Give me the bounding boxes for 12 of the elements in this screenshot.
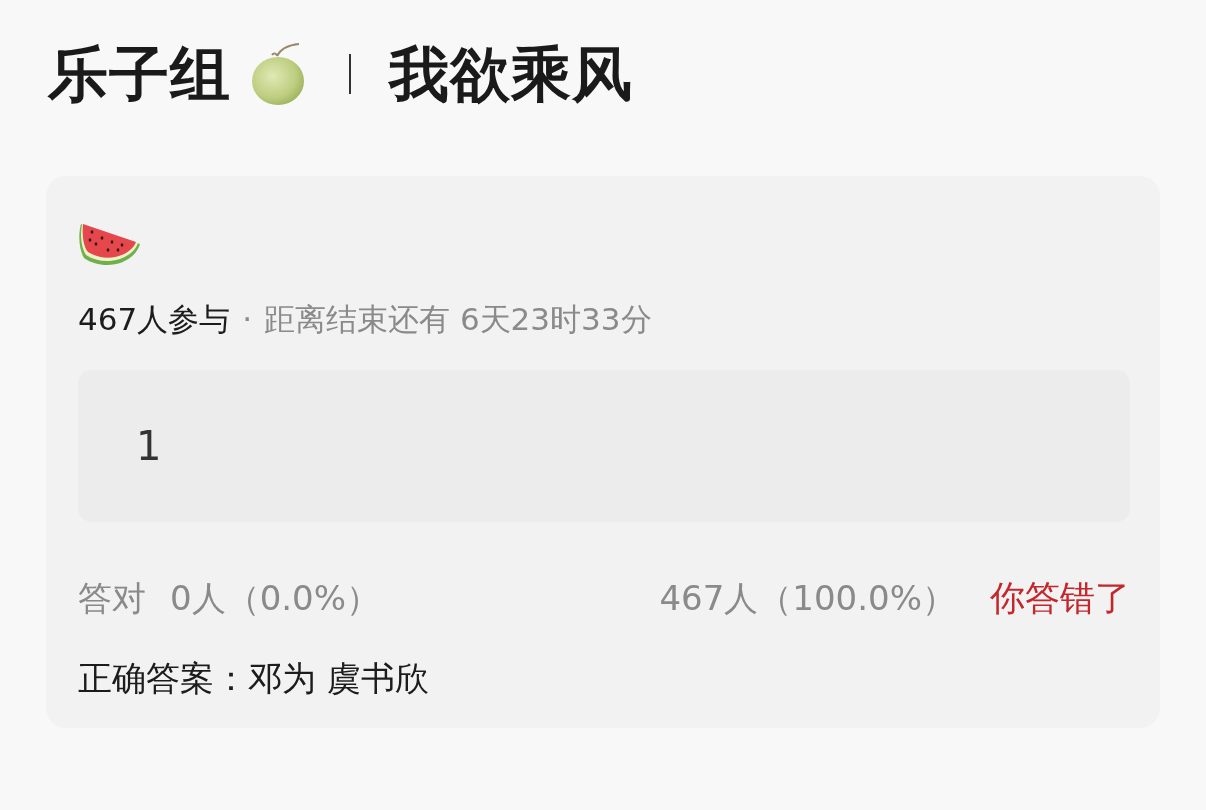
correct-count: 0人（0.0%）: [170, 577, 380, 619]
answer-value: 1: [136, 423, 162, 469]
separator-dot: ·: [242, 301, 253, 339]
countdown-text: 距离结束还有 6天23时33分: [264, 301, 652, 339]
group-title: 乐子组: [48, 44, 231, 104]
topic-title: 我欲乘风: [389, 44, 633, 104]
melon-icon: [249, 42, 307, 106]
correct-answer-text: 正确答案：邓为 虞书欣: [78, 658, 430, 699]
participant-count: 467人参与: [78, 301, 231, 339]
verdict-text: 你答错了: [990, 577, 1130, 619]
correct-label: 答对: [78, 577, 146, 619]
wrong-count: 467人（100.0%）: [659, 577, 956, 619]
